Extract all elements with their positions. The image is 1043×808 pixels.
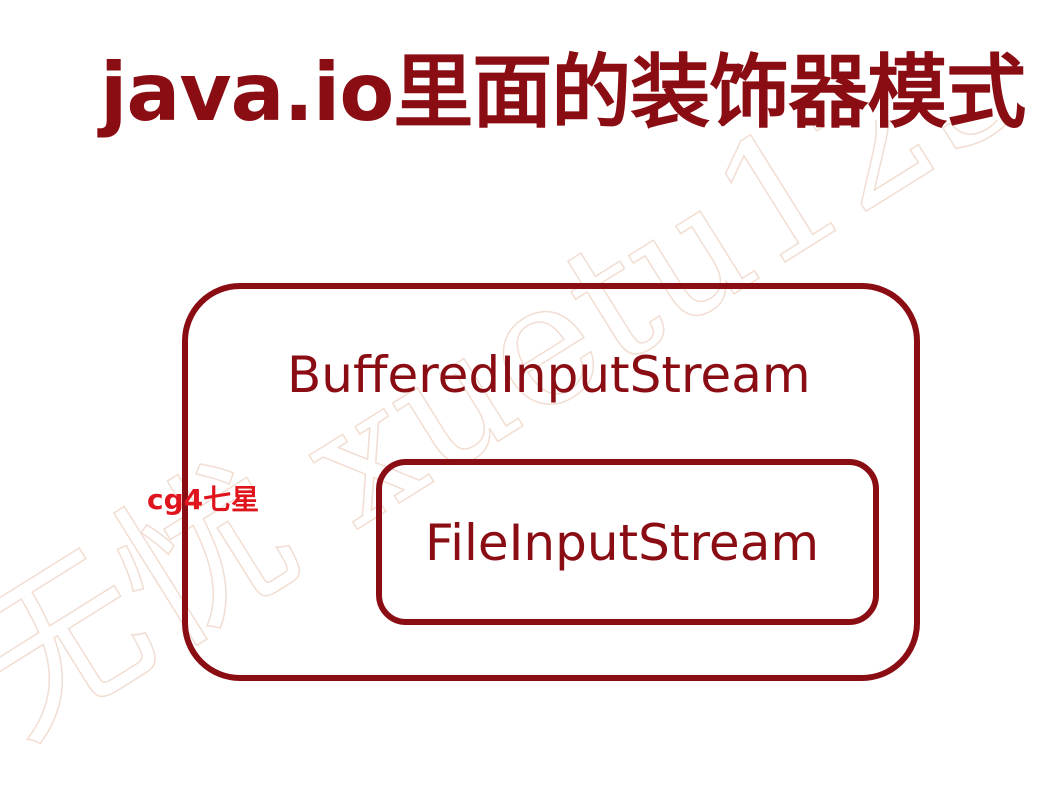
outer-box-label: BufferedInputStream xyxy=(287,346,811,404)
page-title: java.io里面的装饰器模式 xyxy=(100,46,1026,139)
inner-box-label: FileInputStream xyxy=(425,514,820,572)
slide: 无忧 xuetu123 java.io里面的装饰器模式 BufferedInpu… xyxy=(0,0,1043,808)
author-stamp: cg4七星 xyxy=(147,483,260,516)
